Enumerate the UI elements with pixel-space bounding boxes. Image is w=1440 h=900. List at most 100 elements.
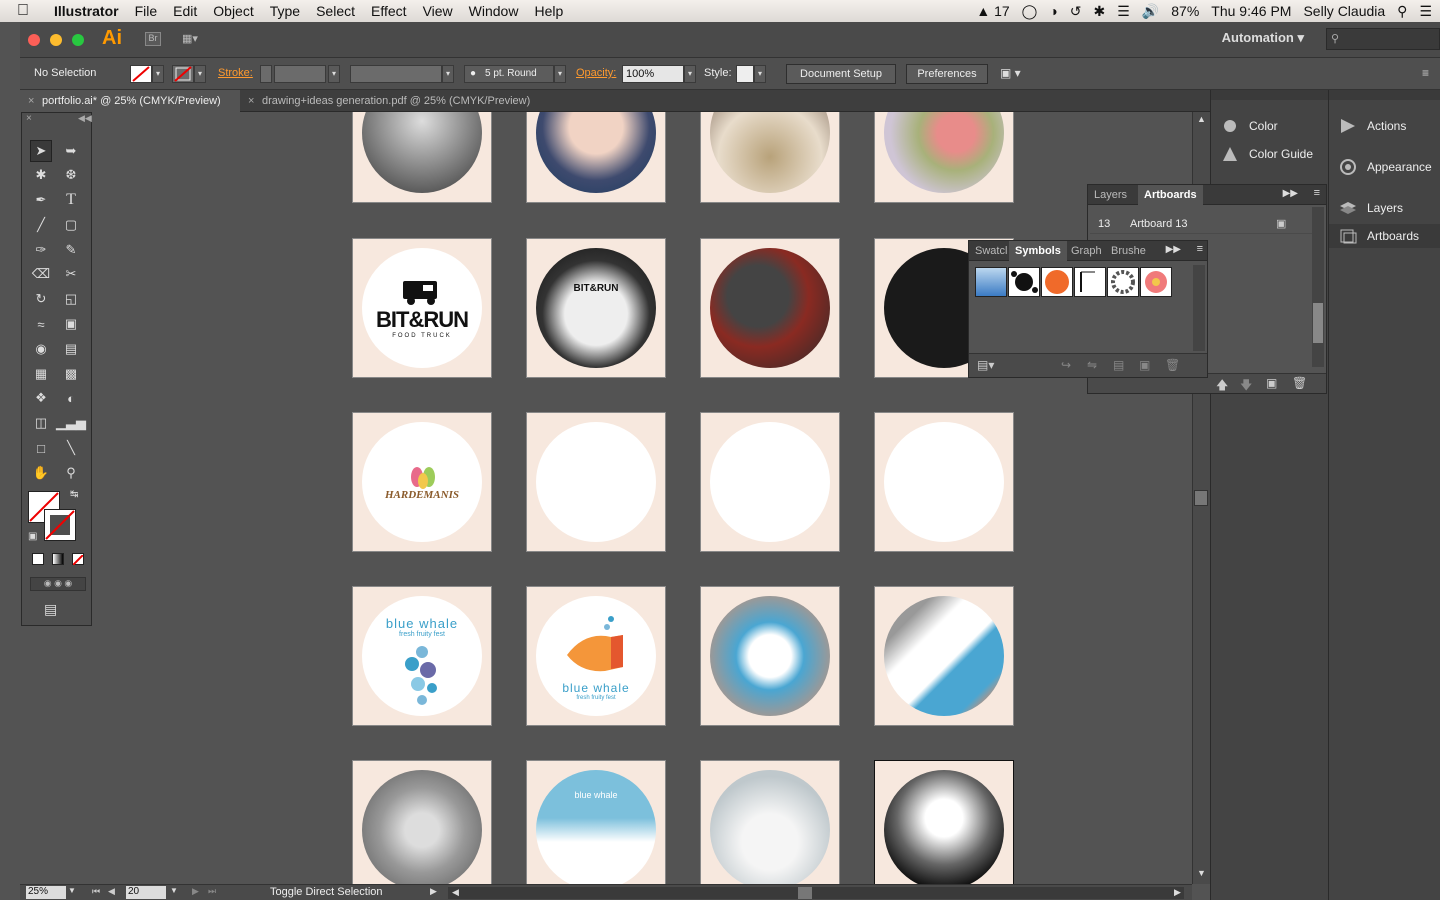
apple-icon[interactable]:  — [0, 2, 46, 20]
opacity-field[interactable]: 100% — [622, 65, 684, 83]
variable-width-dropdown[interactable]: ▾ — [442, 65, 454, 83]
menu-view[interactable]: View — [415, 3, 461, 19]
graphic-style-dropdown[interactable]: ▾ — [754, 65, 766, 83]
creative-cloud-icon[interactable]: ◯ — [1022, 3, 1038, 20]
free-transform-icon[interactable]: ▣ — [60, 313, 82, 335]
collapse-icon[interactable]: ◀◀ — [78, 113, 92, 124]
color-mode-button[interactable] — [32, 553, 44, 565]
artboard-dropdown[interactable]: ▼ — [170, 886, 178, 895]
brush-dropdown[interactable]: ▾ — [554, 65, 566, 83]
artboard[interactable] — [700, 412, 840, 552]
gradient-tool-icon[interactable]: ▩ — [60, 363, 82, 385]
stroke-weight-dropdown[interactable]: ▾ — [328, 65, 340, 83]
graphic-style-swatch[interactable] — [736, 65, 754, 83]
symbols-scrollbar[interactable] — [1193, 265, 1205, 351]
eraser-icon[interactable]: ⌫ — [30, 263, 52, 285]
move-down-icon[interactable]: 🡇 — [1240, 376, 1252, 397]
zoom-window-button[interactable] — [72, 34, 84, 46]
scale-tool-icon[interactable]: ◱ — [60, 288, 82, 310]
menu-type[interactable]: Type — [262, 3, 308, 19]
default-colors-icon[interactable]: ▣ — [28, 531, 37, 542]
menu-effect[interactable]: Effect — [363, 3, 415, 19]
document-setup-button[interactable]: Document Setup — [786, 64, 896, 84]
paintbrush-icon[interactable]: ✑ — [30, 239, 52, 261]
pencil-icon[interactable]: ✎ — [60, 239, 82, 261]
symbol-sprayer-icon[interactable]: ◫ — [30, 412, 52, 434]
collapse-panel-icon[interactable]: ▶▶ — [1166, 244, 1181, 255]
artboard[interactable]: BIT&RUN FOOD TRUCK — [352, 238, 492, 378]
clock[interactable]: Thu 9:46 PM — [1211, 3, 1291, 19]
type-tool-icon[interactable]: T — [60, 189, 82, 211]
bluetooth-icon[interactable]: ✱ — [1094, 3, 1106, 20]
collapse-panel-icon[interactable]: ▶▶ — [1283, 188, 1298, 199]
scroll-up-icon[interactable]: ▲ — [1197, 114, 1206, 124]
artboard[interactable]: blue whale — [526, 760, 666, 884]
drawing-modes[interactable]: ◉ ◉ ◉ — [30, 577, 86, 591]
screen-mode-icon[interactable]: ▤ — [44, 601, 57, 618]
tab-graphic-styles[interactable]: Graph — [1065, 241, 1108, 261]
battery-label[interactable]: 87% — [1171, 3, 1199, 19]
color-panel-button[interactable]: Color — [1211, 114, 1329, 138]
symbol-ink-splash[interactable] — [1008, 267, 1040, 297]
zoom-tool-icon[interactable]: ⚲ — [60, 462, 82, 484]
artboard[interactable] — [352, 760, 492, 884]
mesh-tool-icon[interactable]: ▦ — [30, 363, 52, 385]
time-machine-icon[interactable]: ↺ — [1070, 3, 1082, 20]
horizontal-scroll-thumb[interactable] — [798, 887, 812, 899]
direct-selection-tool-icon[interactable]: ➥ — [60, 140, 82, 162]
stroke-weight-field[interactable] — [274, 65, 326, 83]
notifications-icon[interactable]: ☰ — [1419, 3, 1432, 20]
fill-swatch[interactable] — [130, 65, 152, 83]
panel-menu-icon[interactable]: ≡ — [1314, 187, 1320, 199]
slice-tool-icon[interactable]: ╲ — [60, 437, 82, 459]
variable-width-profile[interactable] — [350, 65, 442, 83]
stroke-label[interactable]: Stroke: — [218, 67, 253, 79]
artboard[interactable] — [874, 112, 1014, 203]
shape-builder-icon[interactable]: ◉ — [30, 338, 52, 360]
rectangle-tool-icon[interactable]: ▢ — [60, 214, 82, 236]
artboard[interactable]: blue whale fresh fruity fest — [526, 586, 666, 726]
eyedropper-icon[interactable]: ❖ — [30, 387, 52, 409]
sync-icon[interactable]: ◑ — [1049, 3, 1057, 19]
artboard[interactable] — [526, 412, 666, 552]
swap-colors-icon[interactable]: ↹ — [70, 489, 78, 500]
artboard-canvas[interactable]: BIT&RUN FOOD TRUCK BIT&RUN HARDEMANIS bl… — [92, 112, 1192, 884]
help-search-input[interactable]: ⚲ — [1326, 28, 1440, 50]
artboard[interactable] — [874, 586, 1014, 726]
line-tool-icon[interactable]: ╱ — [30, 214, 52, 236]
symbol-gear-wreath[interactable] — [1107, 267, 1139, 297]
stroke-weight-stepper[interactable] — [260, 65, 272, 83]
menu-edit[interactable]: Edit — [165, 3, 205, 19]
symbol-blue-banner[interactable] — [975, 267, 1007, 297]
width-tool-icon[interactable]: ≈ — [30, 313, 52, 335]
spotlight-icon[interactable]: ⚲ — [1397, 3, 1407, 20]
break-link-icon[interactable]: ⇋ — [1087, 358, 1097, 372]
delete-symbol-icon[interactable]: 🗑 — [1165, 358, 1180, 372]
artboard[interactable] — [700, 586, 840, 726]
artboard[interactable] — [874, 760, 1014, 884]
rotate-tool-icon[interactable]: ↻ — [30, 288, 52, 310]
artboard-number-field[interactable]: 20 — [126, 886, 166, 899]
tab-drawing-ideas[interactable]: × drawing+ideas generation.pdf @ 25% (CMY… — [240, 90, 560, 112]
artboard[interactable]: blue whale fresh fruity fest — [352, 586, 492, 726]
tab-swatches[interactable]: Swatcl — [969, 241, 1013, 261]
stroke-color-swatch[interactable] — [44, 509, 76, 541]
preferences-button[interactable]: Preferences — [906, 64, 988, 84]
wifi-icon[interactable]: ☰ — [1117, 3, 1130, 20]
artboard[interactable]: BIT&RUN — [526, 238, 666, 378]
scissors-icon[interactable]: ✂ — [60, 263, 82, 285]
actions-panel-button[interactable]: Actions — [1329, 114, 1440, 138]
close-window-button[interactable] — [28, 34, 40, 46]
chart-icon[interactable]: ▤ — [60, 338, 82, 360]
close-tab-icon[interactable]: × — [248, 90, 254, 112]
artboard-tool-icon[interactable]: □ — [30, 437, 52, 459]
artboard-list-scrollbar[interactable] — [1312, 207, 1324, 367]
opacity-dropdown[interactable]: ▾ — [684, 65, 696, 83]
blend-tool-icon[interactable]: ◐ — [60, 387, 82, 409]
delete-artboard-icon[interactable]: 🗑 — [1292, 376, 1307, 390]
symbol-libraries-icon[interactable]: ▤▾ — [977, 358, 994, 372]
brush-definition[interactable]: ● 5 pt. Round — [464, 65, 554, 83]
scroll-right-icon[interactable]: ▶ — [1174, 887, 1181, 898]
arrange-icon[interactable]: ▣ ▾ — [1000, 66, 1021, 80]
symbol-orange-button[interactable] — [1041, 267, 1073, 297]
